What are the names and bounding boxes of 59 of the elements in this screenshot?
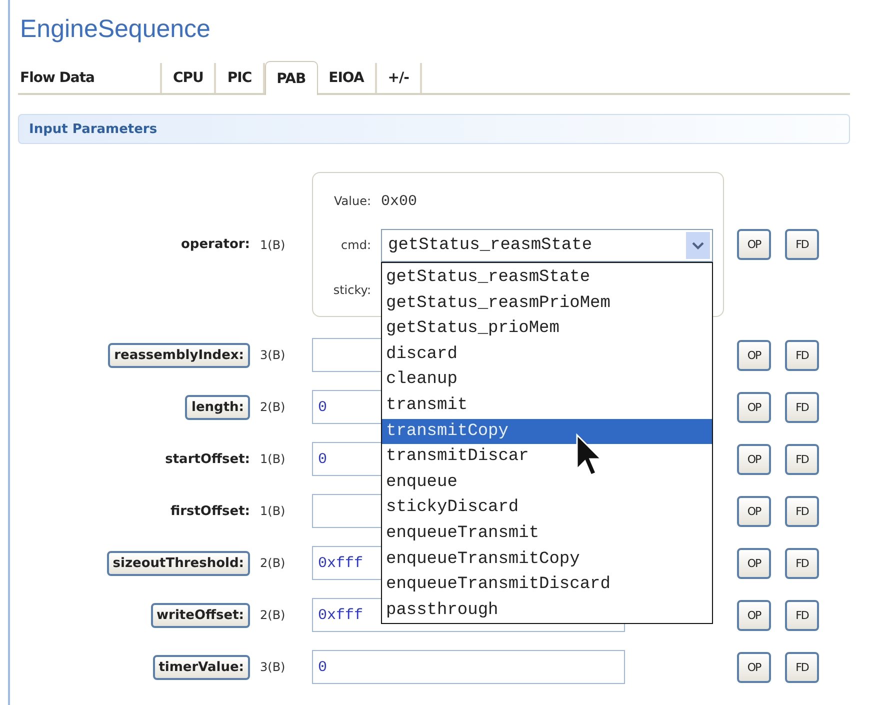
size-label: 3(B)	[260, 348, 286, 362]
tab[interactable]: EIOA	[318, 63, 377, 93]
tab[interactable]: PAB	[264, 61, 318, 95]
dropdown-option[interactable]: stickyDiscard	[382, 495, 712, 521]
dropdown-option[interactable]: enqueue	[382, 470, 712, 496]
parameter-label: firstOffset:	[170, 504, 250, 518]
dropdown-option[interactable]: cleanup	[382, 367, 712, 393]
action-button[interactable]: OP	[737, 340, 771, 370]
action-button[interactable]: FD	[785, 496, 819, 526]
dropdown-option[interactable]: getStatus_reasmState	[382, 265, 712, 291]
parameter-button[interactable]: length:	[185, 394, 250, 420]
action-button[interactable]: FD	[785, 444, 819, 474]
size-label: 3(B)	[260, 660, 286, 674]
size-label: 2(B)	[260, 556, 286, 570]
cmd-dropdown[interactable]: getStatus_reasmState	[381, 228, 713, 262]
tab[interactable]: CPU	[162, 63, 216, 93]
parameter-button[interactable]: writeOffset:	[150, 602, 250, 628]
dropdown-option[interactable]: passthrough	[382, 598, 712, 624]
value-text: 0x00	[381, 192, 418, 210]
action-button[interactable]: OP	[737, 652, 771, 682]
action-button[interactable]: FD	[785, 229, 819, 260]
action-button[interactable]: FD	[785, 600, 819, 630]
dropdown-option[interactable]: getStatus_reasmPrioMem	[382, 290, 712, 316]
action-button[interactable]: OP	[737, 392, 771, 422]
size-label: 2(B)	[260, 400, 286, 414]
action-button[interactable]: FD	[785, 652, 819, 682]
dropdown-option[interactable]: transmitCopy	[382, 418, 712, 444]
action-button[interactable]: OP	[737, 496, 771, 526]
parameter-label: startOffset:	[165, 452, 250, 466]
input-field[interactable]: 0	[312, 650, 625, 684]
tab[interactable]: Flow Data	[18, 63, 162, 93]
tab[interactable]: +/-	[376, 63, 422, 93]
parameter-button[interactable]: sizeoutThreshold:	[106, 550, 250, 576]
dropdown-option[interactable]: transmitDiscar	[382, 444, 712, 470]
action-button[interactable]: FD	[785, 340, 819, 370]
size-label: 1(B)	[260, 238, 286, 252]
action-button[interactable]: OP	[737, 600, 771, 630]
dropdown-option[interactable]: enqueueTransmitDiscard	[382, 572, 712, 598]
section-header: Input Parameters	[18, 114, 850, 144]
dropdown-option[interactable]: transmit	[382, 392, 712, 419]
dropdown-option[interactable]: enqueueTransmitCopy	[382, 546, 712, 572]
parameter-label: operator:	[181, 237, 250, 252]
dropdown-option[interactable]: enqueueTransmit	[382, 520, 712, 547]
action-button[interactable]: OP	[737, 229, 771, 260]
size-label: 1(B)	[260, 452, 286, 466]
value-label: Value:	[333, 194, 371, 208]
action-button[interactable]: OP	[737, 548, 771, 578]
page-title: EngineSequence	[19, 14, 210, 45]
action-button[interactable]: FD	[785, 548, 819, 578]
action-button[interactable]: OP	[737, 444, 771, 474]
dropdown-option[interactable]: discard	[382, 342, 712, 368]
cmd-label: cmd:	[340, 238, 371, 252]
parameter-button[interactable]: reassemblyIndex:	[108, 342, 250, 368]
size-label: 1(B)	[260, 504, 286, 518]
action-button[interactable]: FD	[785, 392, 819, 422]
dropdown-option[interactable]: getStatus_prioMem	[382, 316, 712, 342]
parameter-button[interactable]: timerValue:	[152, 654, 250, 680]
sticky-label: sticky:	[332, 282, 371, 297]
size-label: 2(B)	[260, 608, 286, 622]
